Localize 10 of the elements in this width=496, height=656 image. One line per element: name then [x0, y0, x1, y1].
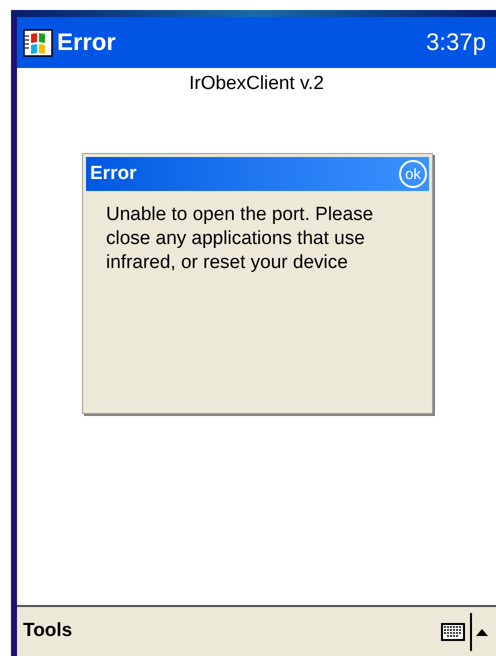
start-flag-icon[interactable]	[23, 28, 53, 58]
ok-button[interactable]: ok	[399, 160, 427, 188]
keyboard-icon[interactable]	[440, 622, 466, 642]
error-message: Unable to open the port. Please close any applications that use infrared, or reset your device	[106, 203, 374, 275]
window-title: Error	[57, 28, 116, 58]
up-arrow-icon[interactable]	[476, 628, 488, 636]
menu-item[interactable]: Tools	[23, 617, 72, 646]
clock-time[interactable]: 3:37p	[426, 24, 486, 60]
dialog-title: Error	[90, 162, 138, 186]
app-heading: IrObexClient v.2	[189, 72, 324, 96]
